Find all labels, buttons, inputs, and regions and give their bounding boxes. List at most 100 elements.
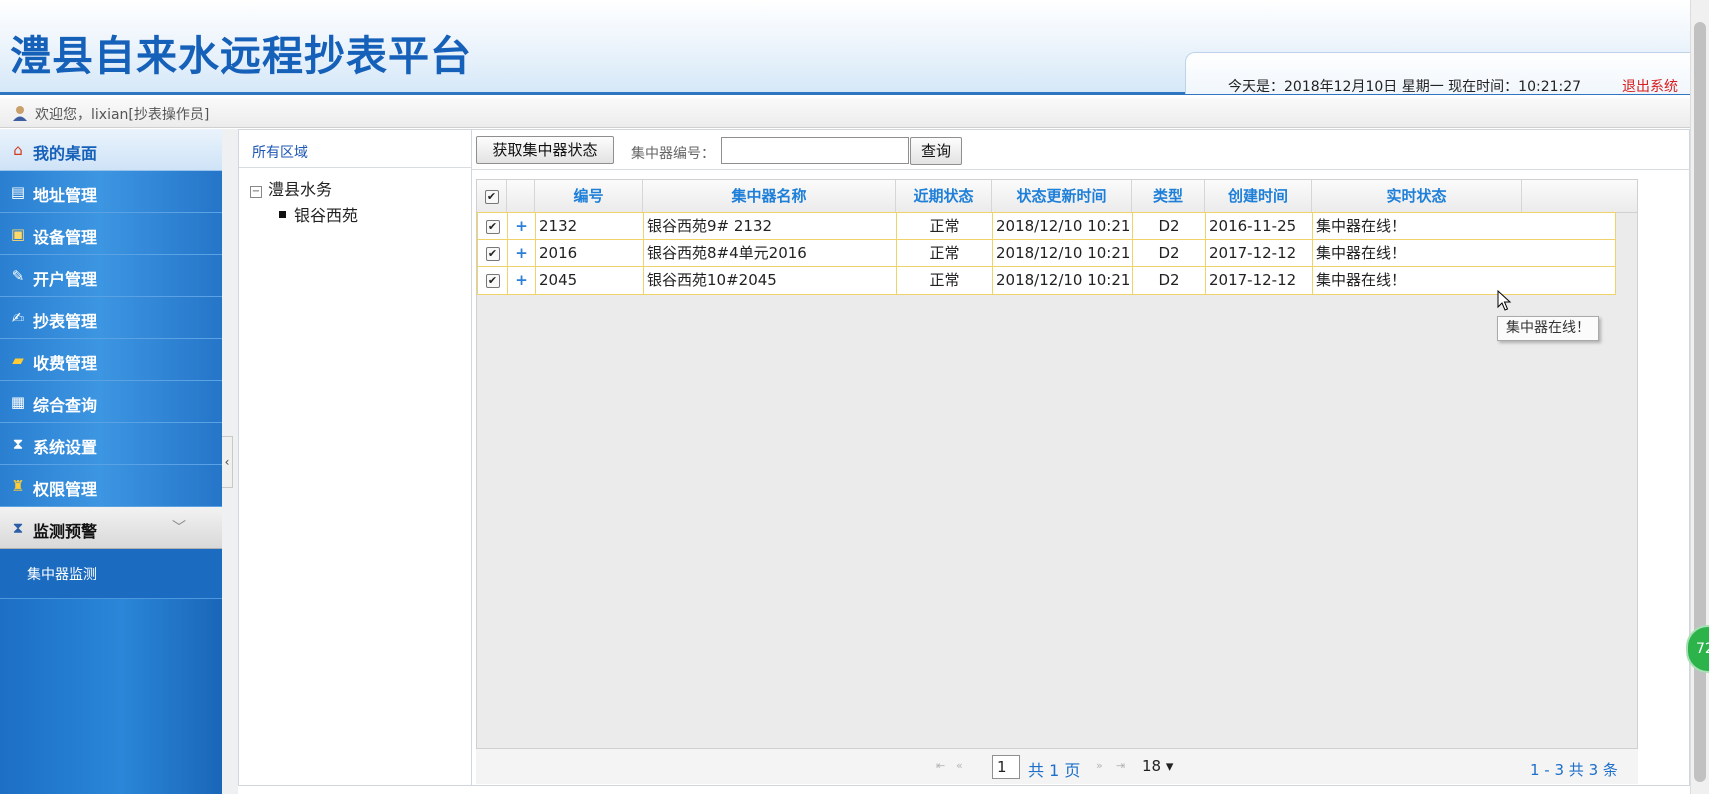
next-page-button[interactable]: » <box>1096 759 1103 772</box>
main-panel: 获取集中器状态 集中器编号： 查询 ✔ 编号 集中器名称 近期状态 状态更新时间… <box>472 129 1690 786</box>
cell-id: 2045 <box>536 267 644 294</box>
toolbar: 获取集中器状态 集中器编号： 查询 <box>472 130 1690 170</box>
sidebar-item-label: 地址管理 <box>33 186 98 205</box>
cell-id: 2016 <box>536 240 644 267</box>
concentrator-id-input[interactable] <box>721 137 909 164</box>
row-checkbox-cell: ✔ <box>478 213 508 240</box>
submenu-item-concentrator-monitor[interactable]: 集中器监测 <box>27 564 97 584</box>
monitoring-submenu: 集中器监测 <box>0 549 222 599</box>
cell-id: 2132 <box>536 213 644 240</box>
account-icon: ✎ <box>11 267 25 285</box>
sidebar-item-address[interactable]: ▤ 地址管理 <box>0 171 222 213</box>
cell-name: 银谷西苑8#4单元2016 <box>644 240 897 267</box>
meter-reading-icon: ✍ <box>11 309 25 327</box>
column-header-created[interactable]: 创建时间 <box>1205 180 1312 213</box>
hourglass-icon: ⧗ <box>12 519 24 537</box>
page-scrollbar[interactable] <box>1690 0 1709 794</box>
cell-update-time: 2018/12/10 10:21:37 <box>993 240 1133 267</box>
sidebar-collapse-button[interactable]: ‹ <box>222 436 233 488</box>
sidebar-item-device[interactable]: ▣ 设备管理 <box>0 213 222 255</box>
cell-realtime: 集中器在线！ <box>1316 244 1407 262</box>
page-number-input[interactable]: 1 <box>992 755 1020 779</box>
cell-update-time: 2018/12/10 10:21:37 <box>993 267 1133 294</box>
cell-update-time: 2018/12/10 10:21:37 <box>993 213 1133 240</box>
sidebar-item-billing[interactable]: ▰ 收费管理 <box>0 339 222 381</box>
sidebar-item-label: 我的桌面 <box>33 144 98 163</box>
tree-node-root[interactable]: − 澧县水务 <box>250 176 332 200</box>
table-row[interactable]: ✔ + 2016 银谷西苑8#4单元2016 正常 2018/12/10 10:… <box>477 239 1616 268</box>
sidebar-item-meter-reading[interactable]: ✍ 抄表管理 <box>0 297 222 339</box>
row-checkbox[interactable]: ✔ <box>485 273 500 288</box>
user-icon <box>13 106 27 121</box>
row-expand-cell: + <box>508 267 536 294</box>
cell-status: 正常 <box>897 240 993 267</box>
column-header-id[interactable]: 编号 <box>535 180 643 213</box>
sidebar-item-label: 设备管理 <box>33 228 98 247</box>
sidebar-item-query[interactable]: ▦ 综合查询 <box>0 381 222 423</box>
column-header-update-time[interactable]: 状态更新时间 <box>992 180 1132 213</box>
page-size-select[interactable]: 18 ▾ <box>1142 757 1173 775</box>
table-row[interactable]: ✔ + 2045 银谷西苑10#2045 正常 2018/12/10 10:21… <box>477 266 1616 295</box>
sidebar-item-label: 收费管理 <box>33 354 98 373</box>
expand-header-cell <box>507 180 535 213</box>
row-checkbox[interactable]: ✔ <box>485 219 500 234</box>
tree-node-child[interactable]: 银谷西苑 <box>279 202 358 226</box>
record-summary: 1 - 3 共 3 条 <box>1530 761 1618 779</box>
address-icon: ▤ <box>10 183 26 201</box>
device-icon: ▣ <box>10 225 26 243</box>
chevron-down-icon: ﹀ <box>172 520 186 536</box>
cell-created: 2017-12-12 <box>1206 267 1313 294</box>
sidebar-item-settings[interactable]: ⧗ 系统设置 <box>0 423 222 465</box>
hourglass-icon: ⧗ <box>12 435 24 453</box>
sidebar-item-account[interactable]: ✎ 开户管理 <box>0 255 222 297</box>
app-header: 澧县自来水远程抄表平台 今天是：2018年12月10日 星期一 现在时间：10:… <box>0 0 1695 96</box>
select-all-checkbox[interactable]: ✔ <box>484 189 499 204</box>
column-header-name[interactable]: 集中器名称 <box>643 180 896 213</box>
cell-status: 正常 <box>897 267 993 294</box>
row-expand-cell: + <box>508 240 536 267</box>
select-all-cell: ✔ <box>477 180 507 213</box>
table-row[interactable]: ✔ + 2132 银谷西苑9# 2132 正常 2018/12/10 10:21… <box>477 212 1616 241</box>
cell-type: D2 <box>1133 267 1206 294</box>
expand-icon[interactable]: + <box>515 271 528 289</box>
area-panel-header: 所有区域 <box>239 130 471 168</box>
pagination-bar: ⇤ « 1 共 1 页 » ⇥ 18 ▾ 1 - 3 共 3 条 <box>476 748 1638 784</box>
home-icon: ⌂ <box>13 141 23 159</box>
status-tooltip: 集中器在线！ <box>1497 316 1599 341</box>
column-header-type[interactable]: 类型 <box>1132 180 1205 213</box>
table-icon: ▦ <box>10 393 26 411</box>
logout-link[interactable]: 退出系统 <box>1622 76 1678 96</box>
mouse-cursor-icon <box>1497 290 1512 311</box>
permission-icon: ♜ <box>11 477 25 495</box>
sidebar-item-monitoring[interactable]: ⧗ 监测预警 ﹀ <box>0 507 222 549</box>
billing-icon: ▰ <box>12 351 24 369</box>
query-button[interactable]: 查询 <box>910 137 962 165</box>
row-expand-cell: + <box>508 213 536 240</box>
grid-header: ✔ 编号 集中器名称 近期状态 状态更新时间 类型 创建时间 实时状态 <box>477 180 1637 213</box>
data-grid: ✔ 编号 集中器名称 近期状态 状态更新时间 类型 创建时间 实时状态 ✔ + … <box>476 179 1638 779</box>
row-checkbox[interactable]: ✔ <box>485 246 500 261</box>
sidebar-item-label: 监测预警 <box>33 522 98 541</box>
row-checkbox-cell: ✔ <box>478 240 508 267</box>
column-header-realtime[interactable]: 实时状态 <box>1312 180 1522 213</box>
first-page-button[interactable]: ⇤ <box>936 759 945 772</box>
area-panel-title[interactable]: 所有区域 <box>252 142 308 162</box>
fetch-status-button[interactable]: 获取集中器状态 <box>476 136 614 164</box>
cell-status: 正常 <box>897 213 993 240</box>
total-pages-text: 共 1 页 <box>1028 761 1081 780</box>
tree-node-label: 澧县水务 <box>268 180 333 199</box>
area-tree-panel: 所有区域 − 澧县水务 银谷西苑 <box>238 129 472 786</box>
sidebar-item-desktop[interactable]: ⌂ 我的桌面 <box>0 129 222 171</box>
prev-page-button[interactable]: « <box>956 759 963 772</box>
column-header-recent-status[interactable]: 近期状态 <box>896 180 992 213</box>
expand-icon[interactable]: + <box>515 217 528 235</box>
collapse-icon[interactable]: − <box>250 186 262 198</box>
cell-realtime: 集中器在线！ <box>1316 217 1407 235</box>
expand-icon[interactable]: + <box>515 244 528 262</box>
sidebar: ⌂ 我的桌面 ▤ 地址管理 ▣ 设备管理 ✎ 开户管理 ✍ 抄表管理 ▰ 收费管… <box>0 129 222 794</box>
sidebar-item-label: 综合查询 <box>33 396 98 415</box>
search-label: 集中器编号： <box>631 146 715 162</box>
sidebar-item-permission[interactable]: ♜ 权限管理 <box>0 465 222 507</box>
last-page-button[interactable]: ⇥ <box>1116 759 1125 772</box>
cell-type: D2 <box>1133 240 1206 267</box>
